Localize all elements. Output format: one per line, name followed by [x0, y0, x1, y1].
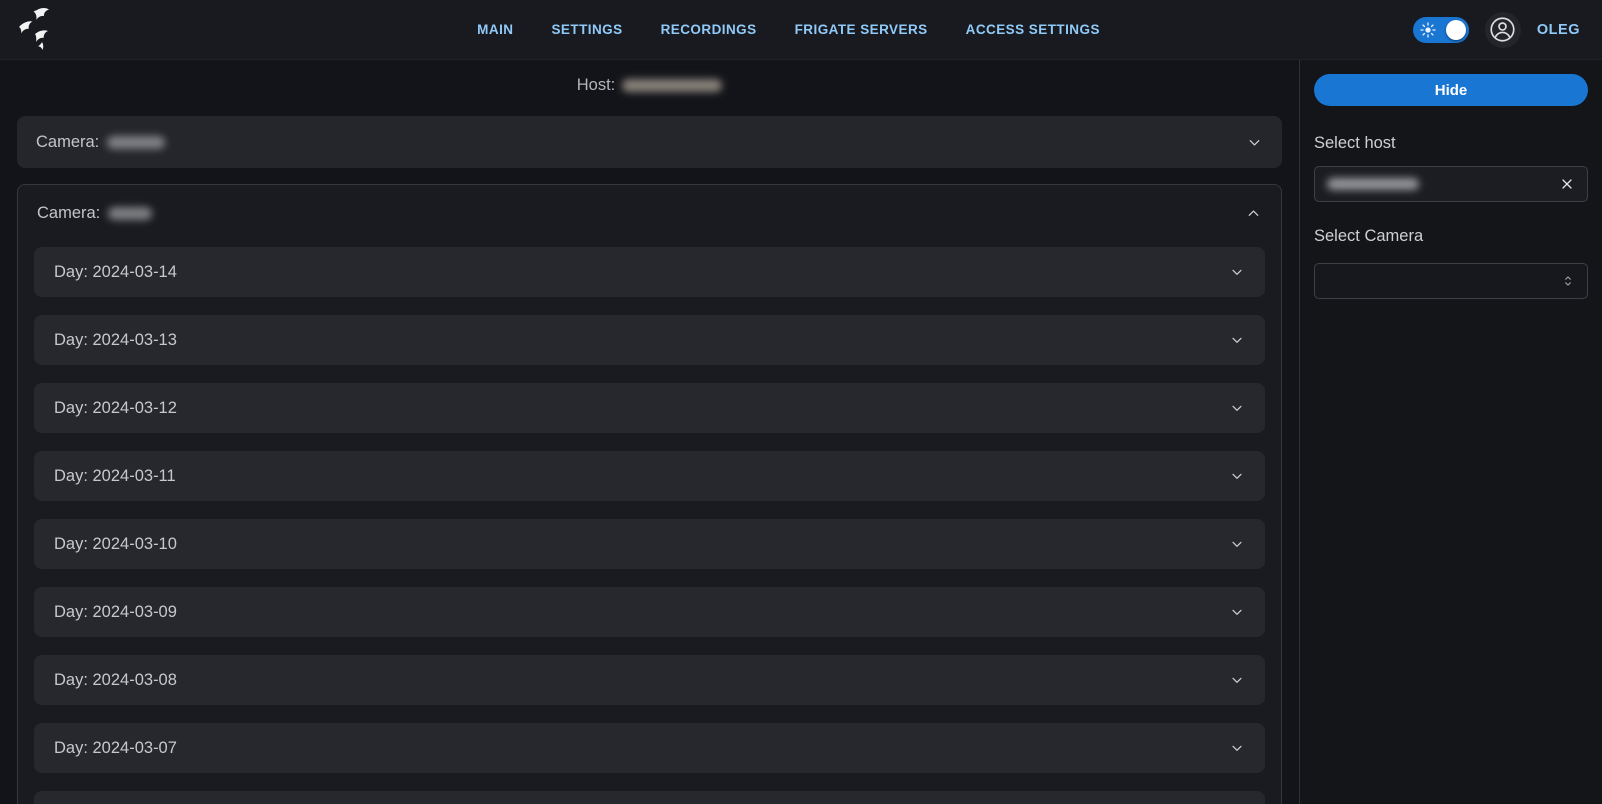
camera-accordion-header[interactable]: Camera: — [18, 185, 1281, 241]
nav-settings[interactable]: SETTINGS — [551, 22, 622, 37]
day-label: Day: 2024-03-14 — [54, 263, 177, 282]
day-row-2024-03-12[interactable]: Day: 2024-03-12 — [34, 383, 1265, 433]
host-value-redacted — [622, 79, 722, 92]
day-row-2024-03-10[interactable]: Day: 2024-03-10 — [34, 519, 1265, 569]
toggle-thumb — [1446, 20, 1466, 40]
main-nav: MAIN SETTINGS RECORDINGS FRIGATE SERVERS… — [477, 22, 1100, 37]
day-label: Day: 2024-03-12 — [54, 399, 177, 418]
host-label: Host: — [577, 76, 616, 95]
frigate-logo-icon[interactable] — [14, 6, 60, 54]
chevron-down-icon[interactable] — [1229, 264, 1245, 280]
sun-icon — [1420, 22, 1436, 43]
camera-label: Camera: — [37, 204, 100, 223]
chevron-up-icon[interactable] — [1245, 205, 1262, 222]
day-label: Day: 2024-03-08 — [54, 671, 177, 690]
select-camera-input[interactable] — [1314, 263, 1588, 299]
x-icon[interactable] — [1559, 176, 1575, 192]
day-label: Day: 2024-03-09 — [54, 603, 177, 622]
unfold-icon — [1561, 274, 1575, 288]
select-host-value-redacted — [1327, 178, 1419, 190]
day-row-2024-03-11[interactable]: Day: 2024-03-11 — [34, 451, 1265, 501]
hide-button[interactable]: Hide — [1314, 74, 1588, 106]
filter-sidebar: Hide Select host Select Camera — [1300, 60, 1602, 804]
nav-main[interactable]: MAIN — [477, 22, 513, 37]
day-row-2024-03-09[interactable]: Day: 2024-03-09 — [34, 587, 1265, 637]
day-row-2024-03-08[interactable]: Day: 2024-03-08 — [34, 655, 1265, 705]
chevron-down-icon[interactable] — [1229, 536, 1245, 552]
day-label: Day: 2024-03-07 — [54, 739, 177, 758]
nav-frigate-servers[interactable]: FRIGATE SERVERS — [795, 22, 928, 37]
user-menu-button[interactable] — [1485, 12, 1521, 48]
camera-value-redacted — [107, 136, 165, 149]
host-title: Host: — [17, 76, 1282, 95]
day-row-2024-03-07[interactable]: Day: 2024-03-07 — [34, 723, 1265, 773]
camera-label: Camera: — [36, 133, 99, 152]
content-layout: Host: Camera: Camera: — [0, 60, 1602, 804]
camera-accordion-expanded: Camera: Day: 2024-03-14 Day: 2024-03-13 — [17, 184, 1282, 804]
chevron-down-icon[interactable] — [1229, 332, 1245, 348]
day-row-partial[interactable] — [34, 791, 1265, 804]
camera-accordion-collapsed[interactable]: Camera: — [17, 116, 1282, 168]
day-row-2024-03-14[interactable]: Day: 2024-03-14 — [34, 247, 1265, 297]
chevron-down-icon[interactable] — [1229, 740, 1245, 756]
camera-value-redacted — [108, 207, 152, 220]
nav-recordings[interactable]: RECORDINGS — [661, 22, 757, 37]
select-host-label: Select host — [1314, 134, 1588, 153]
chevron-down-icon[interactable] — [1229, 672, 1245, 688]
theme-toggle[interactable] — [1413, 17, 1469, 43]
day-row-2024-03-13[interactable]: Day: 2024-03-13 — [34, 315, 1265, 365]
chevron-down-icon[interactable] — [1229, 400, 1245, 416]
select-camera-label: Select Camera — [1314, 227, 1588, 246]
day-list: Day: 2024-03-14 Day: 2024-03-13 Day: 202… — [18, 241, 1281, 804]
topbar: MAIN SETTINGS RECORDINGS FRIGATE SERVERS… — [0, 0, 1602, 60]
chevron-down-icon[interactable] — [1229, 604, 1245, 620]
day-label: Day: 2024-03-13 — [54, 331, 177, 350]
select-host-input[interactable] — [1314, 166, 1588, 202]
chevron-down-icon[interactable] — [1246, 134, 1263, 151]
account-circle-icon — [1489, 16, 1516, 43]
day-label: Day: 2024-03-10 — [54, 535, 177, 554]
chevron-down-icon[interactable] — [1229, 468, 1245, 484]
day-label: Day: 2024-03-11 — [54, 467, 176, 486]
nav-access-settings[interactable]: ACCESS SETTINGS — [966, 22, 1100, 37]
username-label[interactable]: OLEG — [1537, 22, 1580, 38]
main-panel: Host: Camera: Camera: — [0, 60, 1300, 804]
topbar-right-controls: OLEG — [1413, 12, 1580, 48]
